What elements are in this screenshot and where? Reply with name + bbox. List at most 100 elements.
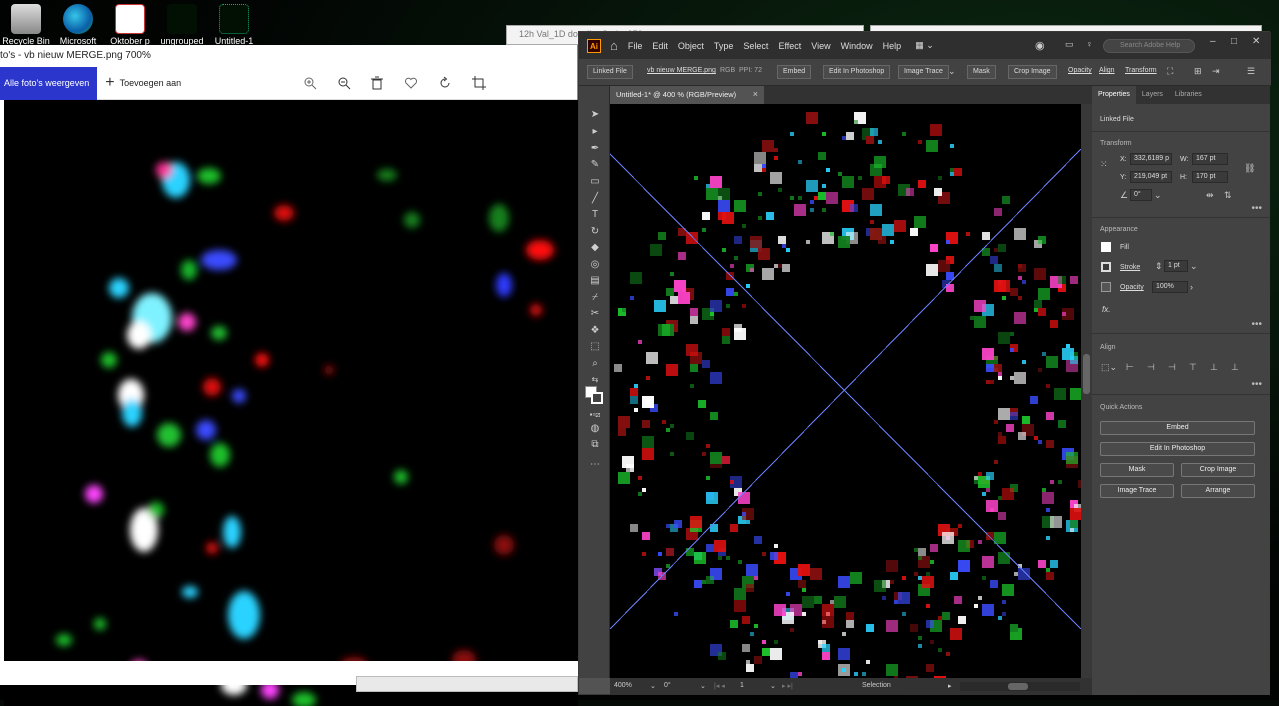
tab-properties[interactable]: Properties <box>1092 86 1136 104</box>
opacity-label[interactable]: Opacity <box>1120 284 1144 291</box>
crop-icon[interactable] <box>471 76 487 92</box>
angle-dropdown-icon[interactable]: ⌄ <box>1154 190 1162 201</box>
artboard-nav-icons[interactable]: |◂ ◂ <box>714 682 725 690</box>
crop-image-button[interactable]: Crop Image <box>1008 65 1057 79</box>
zoom-level[interactable]: 400% <box>614 682 632 689</box>
background-window-scrollbar[interactable] <box>356 676 578 692</box>
image-trace-button[interactable]: Image Trace <box>898 65 949 79</box>
align-top-icon[interactable]: ⊤ <box>1189 362 1197 373</box>
photos-window[interactable]: to's - vb nieuw MERGE.png 700% Alle foto… <box>0 45 578 706</box>
opacity-arrow-icon[interactable]: › <box>1190 282 1193 292</box>
home-icon[interactable]: ⌂ <box>610 38 618 53</box>
stroke-label[interactable]: Stroke <box>1120 264 1140 271</box>
rotation-value[interactable]: 0° <box>664 682 671 689</box>
flip-icon[interactable]: ⇥ <box>1212 66 1220 77</box>
maximize-icon[interactable]: □ <box>1231 36 1237 47</box>
align-to-icon[interactable]: ⬚⌄ <box>1101 362 1117 373</box>
favorite-icon[interactable] <box>403 76 419 92</box>
menu-object[interactable]: Object <box>678 41 704 51</box>
angle-field[interactable]: 0° <box>1130 189 1152 201</box>
stroke-swatch[interactable] <box>1101 262 1111 272</box>
align-bottom-icon[interactable]: ⊥ <box>1231 362 1239 373</box>
menu-effect[interactable]: Effect <box>778 41 801 51</box>
fill-swatch[interactable] <box>1101 242 1111 252</box>
opacity-field[interactable]: 100% <box>1152 281 1188 293</box>
desktop-icon-untitled[interactable]: Untitled-1 <box>208 4 260 48</box>
align-center-icon[interactable]: ⊣ <box>1147 362 1155 373</box>
workspace-switcher-icon[interactable]: ▦ ⌄ <box>915 40 934 51</box>
image-trace-dropdown-icon[interactable]: ⌄ <box>948 66 956 77</box>
rotate-tool-icon[interactable]: ↻ <box>588 225 602 239</box>
x-field[interactable]: 332,6189 p <box>1130 153 1172 165</box>
stroke-stepper-icon[interactable]: ⇕ <box>1155 261 1163 272</box>
selection-tool-icon[interactable]: ➤ <box>588 108 602 122</box>
artboard-dropdown-icon[interactable]: ⌄ <box>770 682 776 690</box>
align-link[interactable]: Align <box>1099 67 1115 74</box>
all-photos-button[interactable]: Alle foto's weergeven <box>0 66 98 100</box>
horizontal-scrollbar[interactable] <box>960 682 1080 691</box>
type-tool-icon[interactable]: T <box>588 208 602 222</box>
desktop-icon-ungrouped[interactable]: ungrouped <box>156 4 208 48</box>
zoom-in-icon[interactable] <box>302 76 318 92</box>
stroke-dropdown-icon[interactable]: ⌄ <box>1190 261 1198 272</box>
mask-button[interactable]: Mask <box>967 65 996 79</box>
minimize-icon[interactable]: – <box>1210 36 1216 47</box>
y-field[interactable]: 219,049 pt <box>1130 171 1172 183</box>
flip-vertical-icon[interactable]: ⇅ <box>1224 190 1232 201</box>
search-input[interactable]: Search Adobe Help <box>1103 39 1195 53</box>
add-to-button[interactable]: + Toevoegen aan <box>105 74 181 92</box>
vertical-scrollbar[interactable] <box>1081 104 1092 678</box>
align-left-icon[interactable]: ⊢ <box>1126 362 1134 373</box>
blend-tool-icon[interactable]: ✂ <box>588 307 602 321</box>
menu-window[interactable]: Window <box>841 41 873 51</box>
menu-file[interactable]: File <box>628 41 643 51</box>
delete-icon[interactable] <box>369 76 385 92</box>
color-mode-icon[interactable]: ▪▫⧄ <box>588 408 602 422</box>
close-tab-icon[interactable]: × <box>753 89 758 99</box>
transform-each-icon[interactable]: ⛶ <box>1167 66 1173 77</box>
zoom-tool-icon[interactable]: ⌕ <box>588 357 602 371</box>
eraser-tool-icon[interactable]: ◆ <box>588 241 602 255</box>
mask-button[interactable]: Mask <box>1100 463 1174 477</box>
constrain-proportions-icon[interactable]: ⛓ <box>1244 163 1255 174</box>
isolate-icon[interactable]: ⊞ <box>1194 66 1202 77</box>
flip-horizontal-icon[interactable]: ⇹ <box>1206 190 1214 201</box>
control-bar-menu-icon[interactable]: ☰ <box>1247 66 1255 77</box>
stroke-weight-field[interactable]: 1 pt <box>1164 260 1188 272</box>
paintbrush-tool-icon[interactable]: ╱ <box>588 192 602 206</box>
width-field[interactable]: 167 pt <box>1192 153 1228 165</box>
height-field[interactable]: 170 pt <box>1192 171 1228 183</box>
scrollbar-thumb[interactable] <box>1008 683 1028 690</box>
opacity-link[interactable]: Opacity <box>1068 67 1092 74</box>
artboard-canvas[interactable] <box>610 104 1081 678</box>
tab-libraries[interactable]: Libraries <box>1169 86 1208 104</box>
document-tab[interactable]: Untitled-1* @ 400 % (RGB/Preview) × <box>610 86 764 104</box>
close-icon[interactable]: ✕ <box>1252 36 1260 47</box>
embed-button[interactable]: Embed <box>1100 421 1255 435</box>
zoom-out-icon[interactable] <box>336 76 352 92</box>
align-middle-icon[interactable]: ⊥ <box>1210 362 1218 373</box>
arrange-button[interactable]: Arrange <box>1181 484 1255 498</box>
edit-in-photoshop-button[interactable]: Edit In Photoshop <box>1100 442 1255 456</box>
linked-file-name[interactable]: vb nieuw MERGE.png <box>647 67 716 74</box>
crop-image-button[interactable]: Crop Image <box>1181 463 1255 477</box>
artboard-number[interactable]: 1 <box>740 682 744 689</box>
curvature-tool-icon[interactable]: ✎ <box>588 158 602 172</box>
image-trace-button[interactable]: Image Trace <box>1100 484 1174 498</box>
menu-view[interactable]: View <box>811 41 830 51</box>
menu-edit[interactable]: Edit <box>652 41 668 51</box>
rotation-dropdown-icon[interactable]: ⌄ <box>700 682 706 690</box>
menu-type[interactable]: Type <box>714 41 734 51</box>
eyedropper-tool-icon[interactable]: ⌿ <box>588 291 602 305</box>
linked-file-button[interactable]: Linked File <box>587 65 633 79</box>
arrange-documents-icon[interactable]: ▭ <box>1065 39 1074 50</box>
status-menu-icon[interactable]: ▸ <box>948 682 952 690</box>
artboard-tool-icon[interactable]: ⬚ <box>588 340 602 354</box>
shape-builder-tool-icon[interactable]: ◎ <box>588 258 602 272</box>
direct-selection-tool-icon[interactable]: ▸ <box>588 125 602 139</box>
effects-icon[interactable]: fx. <box>1102 305 1110 314</box>
swap-colors-icon[interactable]: ⇆ <box>588 373 602 387</box>
more-tools-icon[interactable]: ⋯ <box>588 458 602 472</box>
scrollbar-thumb[interactable] <box>1083 354 1090 394</box>
account-icon[interactable]: ◉ <box>1035 39 1045 52</box>
